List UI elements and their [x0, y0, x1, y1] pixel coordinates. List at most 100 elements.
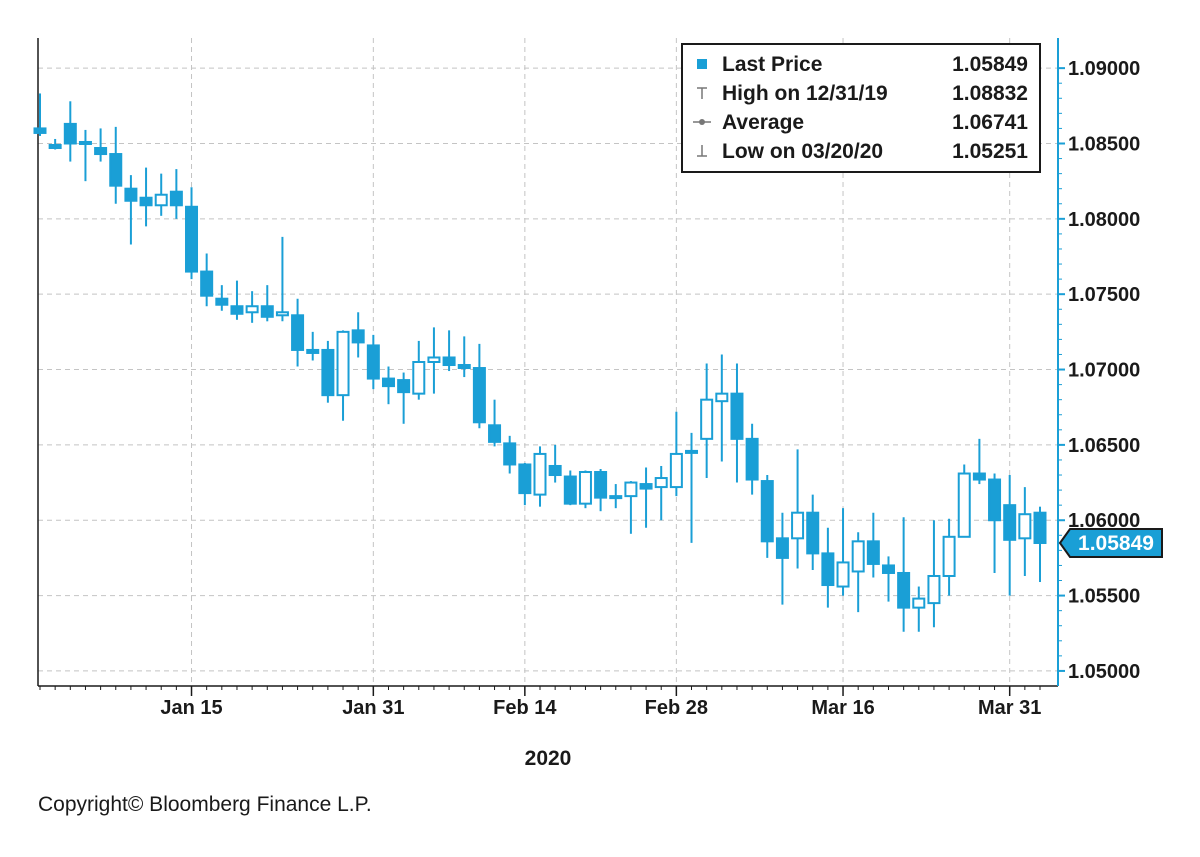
candle — [78, 129, 92, 182]
candle — [548, 444, 562, 483]
candle — [1033, 506, 1047, 583]
candle — [806, 494, 820, 570]
candle — [336, 330, 350, 421]
candle — [275, 236, 289, 322]
candle-body-up — [700, 398, 714, 440]
candle — [397, 372, 411, 424]
candle — [897, 517, 911, 632]
candle — [851, 532, 865, 613]
candle-body-down — [821, 552, 835, 587]
candle-body-down — [48, 143, 62, 150]
candle-body-down — [1033, 511, 1047, 544]
candle-body-up — [912, 597, 926, 609]
candle — [245, 291, 259, 323]
candle — [866, 512, 880, 578]
last-price-tag: 1.05849 — [1058, 527, 1163, 558]
legend-entry: High on 12/31/19 1.08832 — [697, 82, 1028, 105]
y-tick-label: 1.09000 — [1068, 58, 1140, 80]
legend-label: High on 12/31/19 — [722, 82, 888, 105]
candle — [109, 126, 123, 204]
price-chart: Jan 15 Jan 31 Feb 14 Feb 28 Mar 16 Mar 31 1.0… — [33, 38, 1163, 770]
candle-body-up — [78, 140, 92, 145]
candle-body-down — [548, 464, 562, 477]
candle — [957, 464, 971, 538]
candle-body-down — [124, 187, 138, 202]
candle-body-up — [154, 193, 168, 207]
candle-body-up — [624, 481, 638, 498]
candle-body-down — [472, 367, 486, 424]
candle — [881, 556, 895, 602]
x-tick-label: Mar 16 — [811, 697, 874, 719]
candle — [715, 354, 729, 462]
candle-body-down — [230, 305, 244, 315]
candle-body-up — [533, 452, 547, 496]
y-tick-label: 1.06500 — [1068, 435, 1140, 457]
candle — [488, 399, 502, 447]
y-axis-ticks: 1.050001.055001.060001.065001.070001.075… — [1058, 58, 1140, 683]
candle — [942, 518, 956, 596]
x-tick-label: Jan 15 — [160, 697, 222, 719]
candle — [791, 449, 805, 569]
x-axis-ticks: Jan 15 Jan 31 Feb 14 Feb 28 Mar 16 Mar 31 — [39, 686, 1041, 719]
candlestick-series — [33, 93, 1047, 632]
candle-body-down — [488, 424, 502, 443]
candle — [745, 423, 759, 495]
candle-body-down — [185, 205, 199, 273]
candle-body-down — [63, 122, 77, 145]
candle — [654, 465, 668, 521]
candle-body-down — [169, 190, 183, 207]
candle — [836, 508, 850, 596]
candle-body-down — [306, 348, 320, 354]
last-price-tag-label: 1.05849 — [1078, 532, 1154, 555]
candle-body-down — [594, 471, 608, 499]
candle — [472, 343, 486, 429]
candle-body-down — [503, 442, 517, 466]
candle-body-up — [942, 535, 956, 577]
candle-body-down — [639, 483, 653, 490]
candle-body-down — [381, 377, 395, 388]
candle — [427, 327, 441, 394]
candle — [578, 470, 592, 509]
candle — [912, 586, 926, 632]
candle — [685, 432, 699, 543]
candle — [927, 520, 941, 628]
candle-body-down — [457, 364, 471, 370]
candle-body-down — [730, 392, 744, 440]
y-tick-label: 1.07000 — [1068, 360, 1140, 382]
candle — [63, 101, 77, 162]
candle-body-down — [563, 475, 577, 505]
candle — [230, 280, 244, 320]
y-tick-label: 1.05000 — [1068, 661, 1140, 683]
candle-body-down — [321, 348, 335, 397]
candle — [124, 175, 138, 245]
candle — [533, 446, 547, 507]
candle — [503, 435, 517, 474]
candle-body-up — [412, 361, 426, 395]
candle — [351, 312, 365, 358]
candle-body-up — [578, 471, 592, 505]
candle-body-down — [215, 297, 229, 306]
candle — [518, 462, 532, 506]
y-tick-label: 1.08000 — [1068, 209, 1140, 231]
candle — [639, 467, 653, 528]
candle — [1003, 475, 1017, 596]
candle — [669, 411, 683, 497]
candle — [291, 298, 305, 367]
candle-body-down — [881, 564, 895, 574]
candle-body-up — [427, 356, 441, 363]
square-icon — [697, 59, 707, 69]
candle-body-down — [1003, 504, 1017, 541]
candle — [775, 512, 789, 605]
candle — [972, 438, 986, 485]
candle — [381, 366, 395, 405]
candle-body-up — [669, 452, 683, 489]
candle-body-up — [957, 472, 971, 538]
candle — [48, 138, 62, 150]
candle-body-up — [654, 477, 668, 489]
legend-label: Average — [722, 111, 804, 134]
candle-body-down — [366, 344, 380, 380]
y-tick-label: 1.05500 — [1068, 586, 1140, 608]
legend-value: 1.08832 — [952, 82, 1028, 105]
candle — [185, 187, 199, 280]
candle-body-down — [351, 329, 365, 344]
